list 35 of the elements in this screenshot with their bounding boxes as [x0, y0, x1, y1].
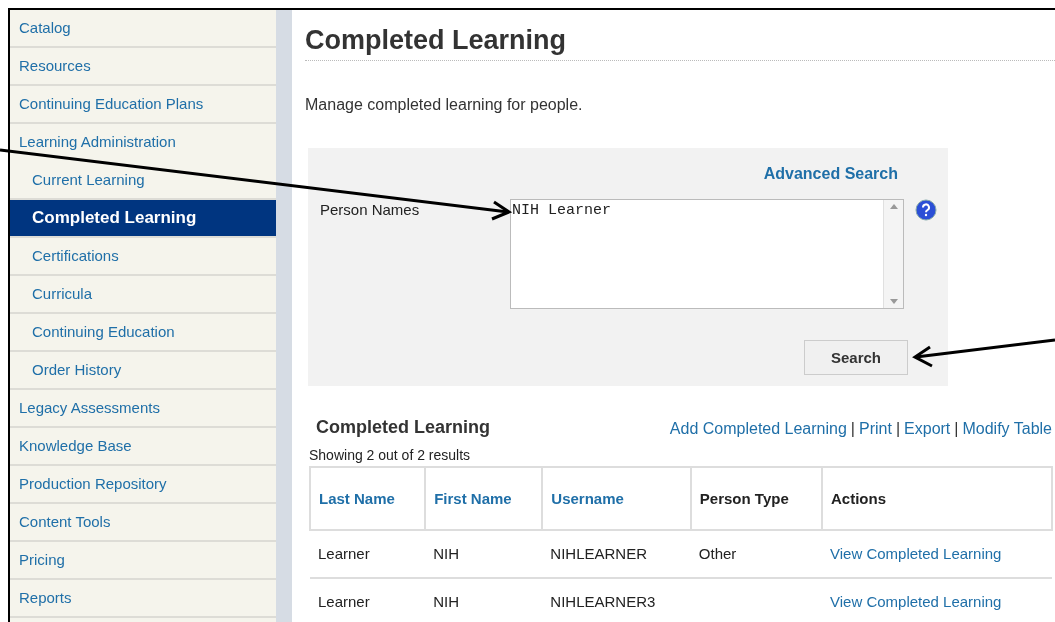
field-label: Person Names — [320, 200, 420, 221]
column-header: Person Type — [690, 467, 822, 531]
table-cell: Learner — [318, 545, 370, 563]
action-link[interactable]: Print — [859, 420, 892, 438]
sidebar-item[interactable]: Learning Administration — [10, 124, 276, 162]
section-title: Completed Learning — [316, 416, 490, 440]
action-link[interactable]: Add Completed Learning — [669, 420, 847, 438]
action-link[interactable]: Modify Table — [962, 420, 1052, 438]
page-description: Manage completed learning for people. — [305, 95, 584, 116]
column-header[interactable]: Username — [542, 467, 691, 531]
scrollbar[interactable] — [883, 200, 903, 309]
column-header: Actions — [821, 467, 1052, 531]
view-completed-learning-link[interactable]: View Completed Learning — [829, 545, 1002, 563]
results-summary: Showing 2 out of 2 results — [309, 446, 472, 466]
column-header[interactable]: First Name — [425, 467, 543, 531]
person-names-field[interactable]: NIH Learner — [510, 199, 904, 310]
advanced-search-link[interactable]: Advanced Search — [763, 162, 898, 187]
separator: | — [954, 420, 959, 438]
table-cell: NIH — [433, 545, 459, 563]
separator: | — [850, 420, 855, 438]
table-cell: NIHLEARNER3 — [550, 593, 656, 611]
table-cell: NIHLEARNER — [550, 545, 648, 563]
scroll-up-icon[interactable] — [889, 204, 898, 210]
page-title: Completed Learning — [305, 24, 1055, 62]
scroll-down-icon[interactable] — [889, 299, 898, 305]
sidebar-item[interactable]: Completed Learning — [10, 200, 276, 238]
separator: | — [895, 420, 901, 438]
help-icon[interactable] — [915, 199, 937, 222]
column-header[interactable]: Last Name — [310, 467, 426, 531]
table-cell: Learner — [318, 593, 370, 611]
view-completed-learning-link[interactable]: View Completed Learning — [829, 593, 1002, 611]
action-link[interactable]: Export — [904, 420, 951, 438]
search-button[interactable]: Search — [804, 340, 908, 376]
table-cell: NIH — [433, 593, 459, 611]
table-cell: Other — [698, 545, 737, 563]
